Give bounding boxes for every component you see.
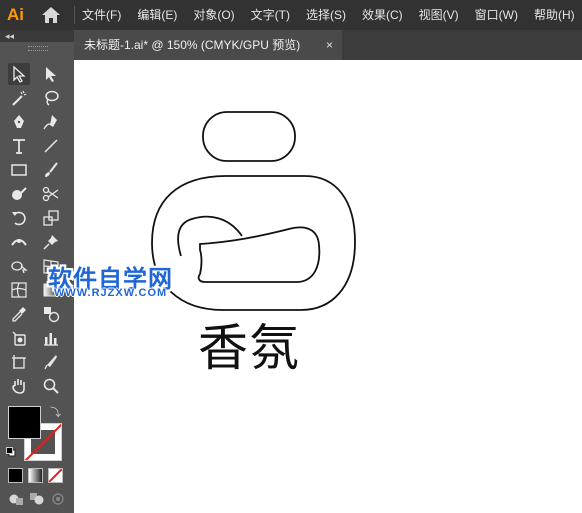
lasso-tool[interactable] <box>40 87 62 109</box>
menu-type[interactable]: 文字(T) <box>251 0 290 30</box>
document-tab-title: 未标题-1.ai* @ 150% (CMYK/GPU 预览) <box>84 38 301 52</box>
line-segment-icon <box>44 139 58 153</box>
slice-tool[interactable] <box>40 351 62 373</box>
fill-swatch[interactable] <box>8 406 41 439</box>
document-tab-bar: 未标题-1.ai* @ 150% (CMYK/GPU 预览) × <box>74 30 582 60</box>
menu-bar: Ai 文件(F) 编辑(E) 对象(O) 文字(T) 选择(S) 效果(C) 视… <box>0 0 582 30</box>
menu-items: 文件(F) 编辑(E) 对象(O) 文字(T) 选择(S) 效果(C) 视图(V… <box>82 0 582 30</box>
none-icon <box>49 469 62 482</box>
symbol-sprayer-tool[interactable] <box>8 327 30 349</box>
menu-file[interactable]: 文件(F) <box>82 0 121 30</box>
mesh-icon <box>11 282 27 298</box>
menu-edit[interactable]: 编辑(E) <box>137 0 177 30</box>
rectangle-icon <box>11 164 27 176</box>
width-icon <box>11 239 27 246</box>
slice-knife-icon <box>44 355 57 370</box>
draw-behind-icon[interactable] <box>29 492 45 506</box>
paintbrush-icon <box>45 162 58 177</box>
direct-selection-arrow-icon <box>46 67 56 82</box>
shape-builder-tool[interactable] <box>8 255 30 277</box>
artboard-icon <box>12 355 26 369</box>
eyedropper-icon <box>12 307 26 322</box>
width-tool[interactable] <box>8 231 30 253</box>
pushpin-icon <box>43 235 58 250</box>
draw-normal-icon[interactable] <box>8 492 24 506</box>
type-t-icon <box>13 139 25 154</box>
puppet-warp-tool[interactable] <box>40 231 62 253</box>
lasso-icon <box>45 90 59 106</box>
panel-grip[interactable] <box>28 46 48 51</box>
magic-wand-icon <box>12 90 27 106</box>
menu-help[interactable]: 帮助(H) <box>534 0 575 30</box>
menu-view[interactable]: 视图(V) <box>419 0 459 30</box>
scissors-tool[interactable] <box>40 183 62 205</box>
draw-inside-icon[interactable] <box>50 492 66 506</box>
column-graph-tool[interactable] <box>40 327 62 349</box>
artboard-tool[interactable] <box>8 351 30 373</box>
scale-tool[interactable] <box>40 207 62 229</box>
menu-select[interactable]: 选择(S) <box>306 0 346 30</box>
column-graph-icon <box>44 333 58 346</box>
bottle-label-outline <box>197 226 321 283</box>
menu-object[interactable]: 对象(O) <box>193 0 234 30</box>
home-icon[interactable] <box>41 6 61 24</box>
document-tab[interactable]: 未标题-1.ai* @ 150% (CMYK/GPU 预览) × <box>74 30 342 60</box>
type-tool[interactable] <box>8 135 30 157</box>
line-tool[interactable] <box>40 135 62 157</box>
selection-arrow-icon <box>13 65 26 83</box>
watermark-url: WWW.RJZXW.COM <box>54 287 168 299</box>
menu-window[interactable]: 窗口(W) <box>475 0 518 30</box>
app-logo: Ai <box>7 5 24 24</box>
magnifier-icon <box>43 378 59 394</box>
pen-tool[interactable] <box>8 111 30 133</box>
curvature-tool[interactable] <box>40 111 62 133</box>
bottle-cap <box>202 111 296 162</box>
magic-wand-tool[interactable] <box>8 87 30 109</box>
swap-fill-stroke-icon[interactable]: ⤵ <box>50 404 61 420</box>
menu-divider <box>74 6 75 24</box>
zoom-tool[interactable] <box>40 375 62 397</box>
scissors-icon <box>42 186 59 202</box>
shaper-tool[interactable] <box>8 183 30 205</box>
menu-effect[interactable]: 效果(C) <box>362 0 403 30</box>
direct-selection-tool[interactable] <box>40 63 62 85</box>
hand-tool[interactable] <box>8 375 30 397</box>
eyedropper-tool[interactable] <box>8 303 30 325</box>
blend-icon <box>44 307 60 323</box>
scale-icon <box>43 210 59 226</box>
shaper-icon <box>12 187 27 200</box>
paintbrush-tool[interactable] <box>40 159 62 181</box>
curvature-pen-icon <box>43 115 57 130</box>
bottle-body <box>151 175 356 311</box>
blend-tool[interactable] <box>40 303 62 325</box>
shape-builder-icon <box>11 261 28 274</box>
collapse-icon[interactable]: ◂◂ <box>5 30 14 42</box>
rotate-tool[interactable] <box>8 207 30 229</box>
selection-tool[interactable] <box>8 63 30 85</box>
default-colors-icon[interactable] <box>6 447 16 457</box>
gradient-mode-button[interactable] <box>28 468 43 483</box>
mesh-tool[interactable] <box>8 279 30 301</box>
rectangle-tool[interactable] <box>8 159 30 181</box>
artwork-title-text: 香氛 <box>198 319 300 377</box>
none-mode-button[interactable] <box>48 468 63 483</box>
rotate-icon <box>12 211 26 226</box>
hand-icon <box>12 379 25 394</box>
color-mode-button[interactable] <box>8 468 23 483</box>
close-icon[interactable]: × <box>326 30 333 60</box>
pen-nib-icon <box>14 115 24 128</box>
symbol-sprayer-icon <box>12 331 26 346</box>
bottle-label-curve <box>177 215 243 257</box>
